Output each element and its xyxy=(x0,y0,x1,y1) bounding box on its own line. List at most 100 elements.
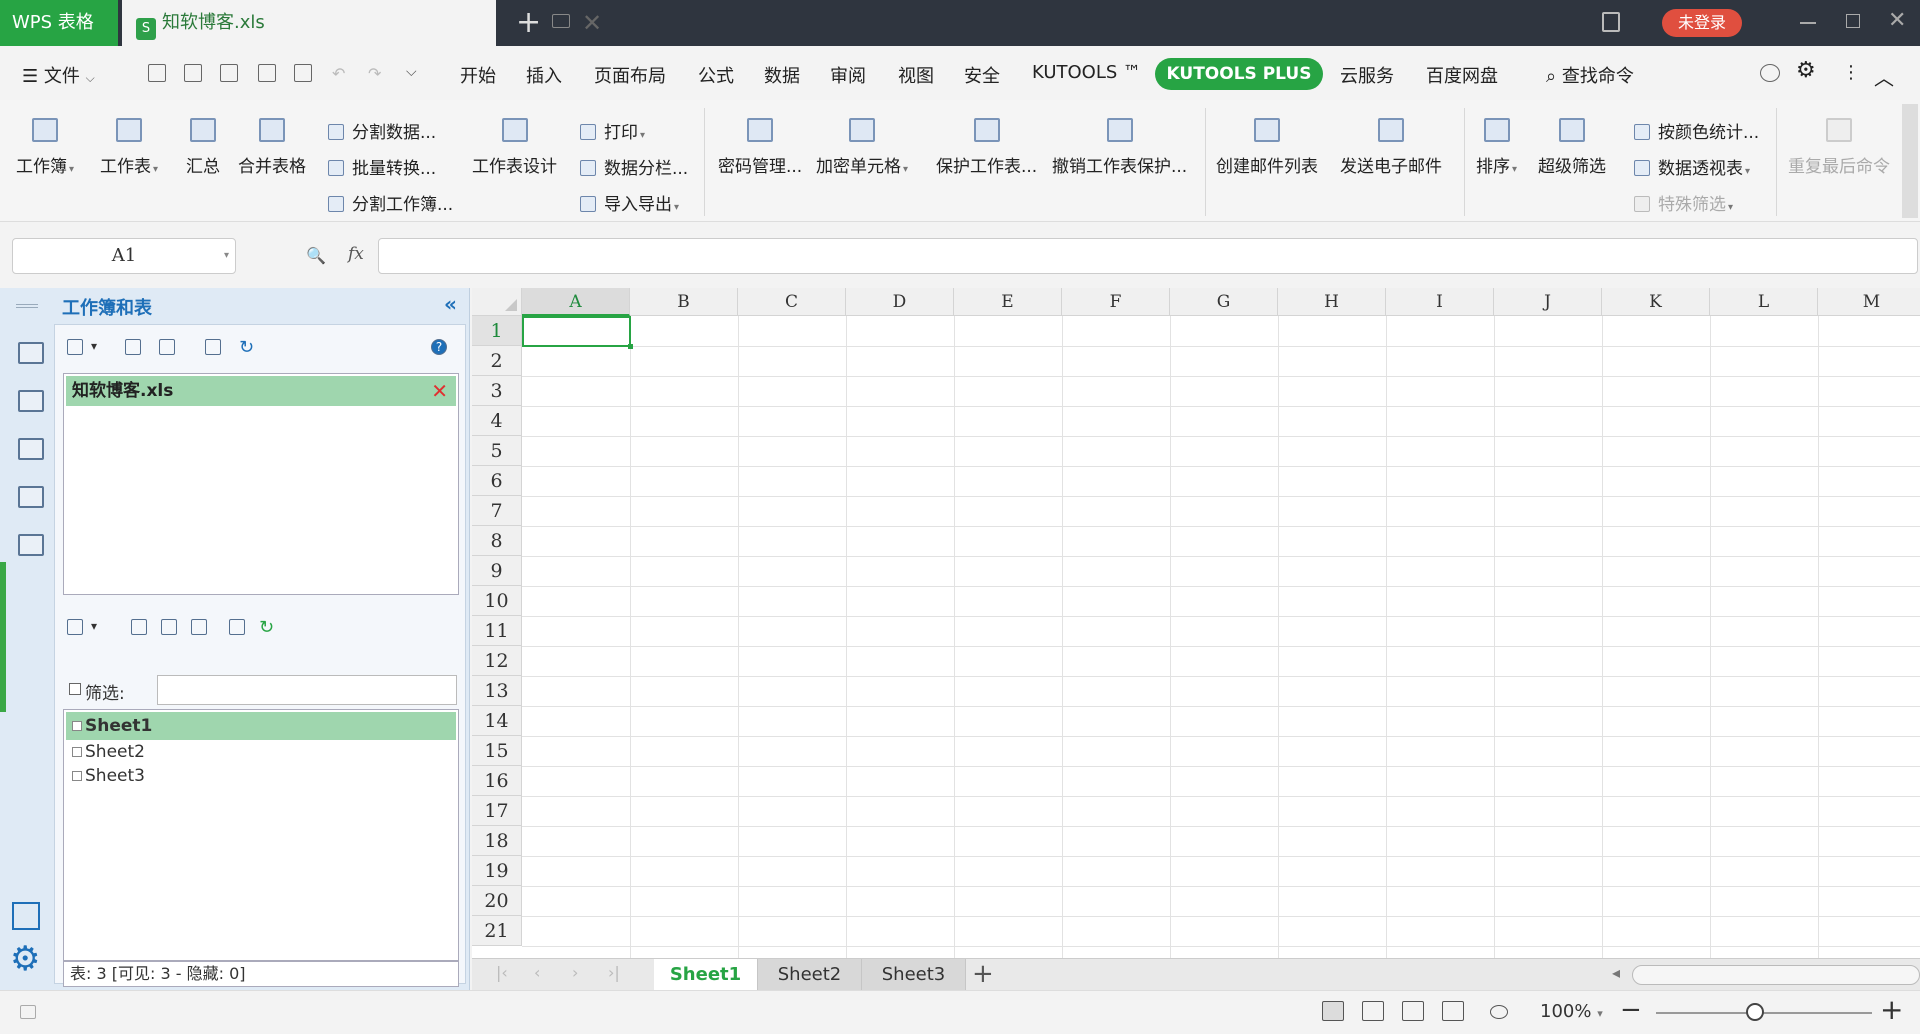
settings-icon[interactable]: ⚙ xyxy=(1796,58,1816,83)
sheet-properties-icon[interactable] xyxy=(229,619,245,635)
ribbon-scroll-right[interactable] xyxy=(1902,104,1918,218)
row-header[interactable]: 18 xyxy=(472,826,522,856)
zoom-level[interactable]: 100% ▾ xyxy=(1540,1001,1603,1022)
sheet-protect-icon[interactable] xyxy=(191,619,207,635)
first-sheet-icon[interactable]: |‹ xyxy=(496,963,508,982)
file-tab[interactable]: S 知软博客.xls ✕ xyxy=(122,0,602,46)
encrypt-cells-button[interactable]: 加密单元格 ▾ xyxy=(816,118,908,177)
printer-list-icon[interactable] xyxy=(18,438,44,460)
page-layout-view-icon[interactable] xyxy=(1362,1001,1384,1021)
split-workbook-button[interactable]: 分割工作簿... xyxy=(328,190,453,215)
batch-convert-button[interactable]: 批量转换... xyxy=(328,154,436,179)
row-header[interactable]: 20 xyxy=(472,886,522,916)
print-preview-icon[interactable] xyxy=(294,64,312,82)
zoom-out-button[interactable]: − xyxy=(1620,995,1642,1025)
restore-icon[interactable] xyxy=(1846,14,1860,28)
protect-sheet-button[interactable]: 保护工作表... xyxy=(936,118,1037,177)
column-header[interactable]: H xyxy=(1278,288,1386,316)
panel-edge-bar[interactable] xyxy=(0,562,6,712)
sort-button[interactable]: 排序 ▾ xyxy=(1476,118,1517,177)
close-workbook-icon[interactable]: ✕ xyxy=(431,376,448,406)
sheet-checkbox[interactable] xyxy=(72,747,82,757)
row-header[interactable]: 10 xyxy=(472,586,522,616)
list-view-icon[interactable] xyxy=(67,619,83,635)
zoom-slider-handle[interactable] xyxy=(1746,1003,1764,1021)
row-header[interactable]: 12 xyxy=(472,646,522,676)
zoom-formula-icon[interactable]: 🔍 xyxy=(306,246,326,265)
export-pdf-icon[interactable] xyxy=(220,64,238,82)
name-box[interactable]: A1 ▾ xyxy=(12,238,236,274)
column-header[interactable]: D xyxy=(846,288,954,316)
column-header[interactable]: L xyxy=(1710,288,1818,316)
horizontal-scrollbar[interactable] xyxy=(1632,965,1920,985)
repeat-last-command-button[interactable]: 重复最后命令 xyxy=(1788,118,1890,177)
sheet-edit-icon[interactable] xyxy=(131,619,147,635)
row-header[interactable]: 5 xyxy=(472,436,522,466)
comment-icon[interactable] xyxy=(1760,64,1780,82)
page-break-view-icon[interactable] xyxy=(1402,1001,1424,1021)
macro-record-icon[interactable] xyxy=(20,1005,36,1019)
gear-icon[interactable]: ⚙ xyxy=(10,942,40,976)
column-header[interactable]: F xyxy=(1062,288,1170,316)
row-header[interactable]: 2 xyxy=(472,346,522,376)
row-header[interactable]: 19 xyxy=(472,856,522,886)
close-tab-icon[interactable]: ✕ xyxy=(582,8,602,38)
row-header[interactable]: 14 xyxy=(472,706,522,736)
row-header[interactable]: 3 xyxy=(472,376,522,406)
row-header[interactable]: 1 xyxy=(472,316,522,346)
tab-data[interactable]: 数据 xyxy=(764,62,800,88)
next-sheet-icon[interactable]: › xyxy=(572,963,578,982)
tab-cloud-services[interactable]: 云服务 xyxy=(1340,62,1394,88)
column-header[interactable]: B xyxy=(630,288,738,316)
minimize-icon[interactable] xyxy=(1800,22,1816,24)
column-header[interactable]: K xyxy=(1602,288,1710,316)
zoom-in-button[interactable]: + xyxy=(1880,993,1903,1026)
row-header[interactable]: 7 xyxy=(472,496,522,526)
workbook-sheets-icon[interactable] xyxy=(18,342,44,364)
row-header[interactable]: 17 xyxy=(472,796,522,826)
row-header[interactable]: 16 xyxy=(472,766,522,796)
add-sheet-button[interactable]: + xyxy=(972,959,994,989)
column-list-icon[interactable] xyxy=(18,486,44,508)
save-icon[interactable] xyxy=(184,64,202,82)
sheet-tab-sheet1[interactable]: Sheet1 xyxy=(654,959,758,991)
grip-icon[interactable] xyxy=(16,304,38,308)
row-header[interactable]: 8 xyxy=(472,526,522,556)
tab-kutools[interactable]: KUTOOLS ™ xyxy=(1032,62,1141,83)
tab-baidu-netdisk[interactable]: 百度网盘 xyxy=(1426,62,1498,88)
split-data-button[interactable]: 分割数据... xyxy=(328,118,436,143)
row-header[interactable]: 6 xyxy=(472,466,522,496)
sort-asc-icon[interactable] xyxy=(125,339,141,355)
super-filter-button[interactable]: 超级筛选 xyxy=(1538,118,1606,177)
sheet-list-item[interactable]: Sheet1 xyxy=(66,712,456,740)
sheet-tab-sheet2[interactable]: Sheet2 xyxy=(758,959,862,991)
password-manager-button[interactable]: 密码管理... xyxy=(718,118,802,177)
list-view-icon[interactable] xyxy=(67,339,83,355)
chevron-down-icon[interactable]: ▾ xyxy=(91,339,107,355)
login-button[interactable]: 未登录 xyxy=(1662,9,1742,37)
workbook-item[interactable]: 知软博客.xls ✕ xyxy=(66,376,456,406)
special-filter-button[interactable]: 特殊筛选 ▾ xyxy=(1634,190,1733,215)
column-header[interactable]: M xyxy=(1818,288,1920,316)
pivot-table-button[interactable]: 数据透视表 ▾ xyxy=(1634,154,1750,179)
filter-checkbox[interactable] xyxy=(69,683,81,695)
tab-kutools-plus[interactable]: KUTOOLS PLUS xyxy=(1155,58,1323,90)
split-view-icon[interactable] xyxy=(1442,1001,1464,1021)
sheet-design-button[interactable]: 工作表设计 xyxy=(472,118,557,177)
monitor-icon[interactable] xyxy=(552,14,570,28)
row-header[interactable]: 13 xyxy=(472,676,522,706)
refresh-sheets-icon[interactable]: ↻ xyxy=(259,617,275,638)
tab-insert[interactable]: 插入 xyxy=(526,62,562,88)
undo-icon[interactable]: ↶ xyxy=(332,64,350,83)
tab-review[interactable]: 审阅 xyxy=(830,62,866,88)
prev-sheet-icon[interactable]: ‹ xyxy=(534,963,540,982)
chevron-down-icon[interactable]: ▾ xyxy=(224,239,229,273)
chevron-down-icon[interactable]: ▾ xyxy=(91,619,107,635)
sheet-hide-icon[interactable] xyxy=(161,619,177,635)
normal-view-icon[interactable] xyxy=(1322,1001,1344,1021)
refresh-icon[interactable]: ↻ xyxy=(239,337,255,358)
eye-protection-icon[interactable] xyxy=(1490,1005,1508,1019)
tablet-mode-icon[interactable] xyxy=(1602,12,1620,32)
import-export-button[interactable]: 导入导出 ▾ xyxy=(580,190,679,215)
tab-security[interactable]: 安全 xyxy=(964,62,1000,88)
